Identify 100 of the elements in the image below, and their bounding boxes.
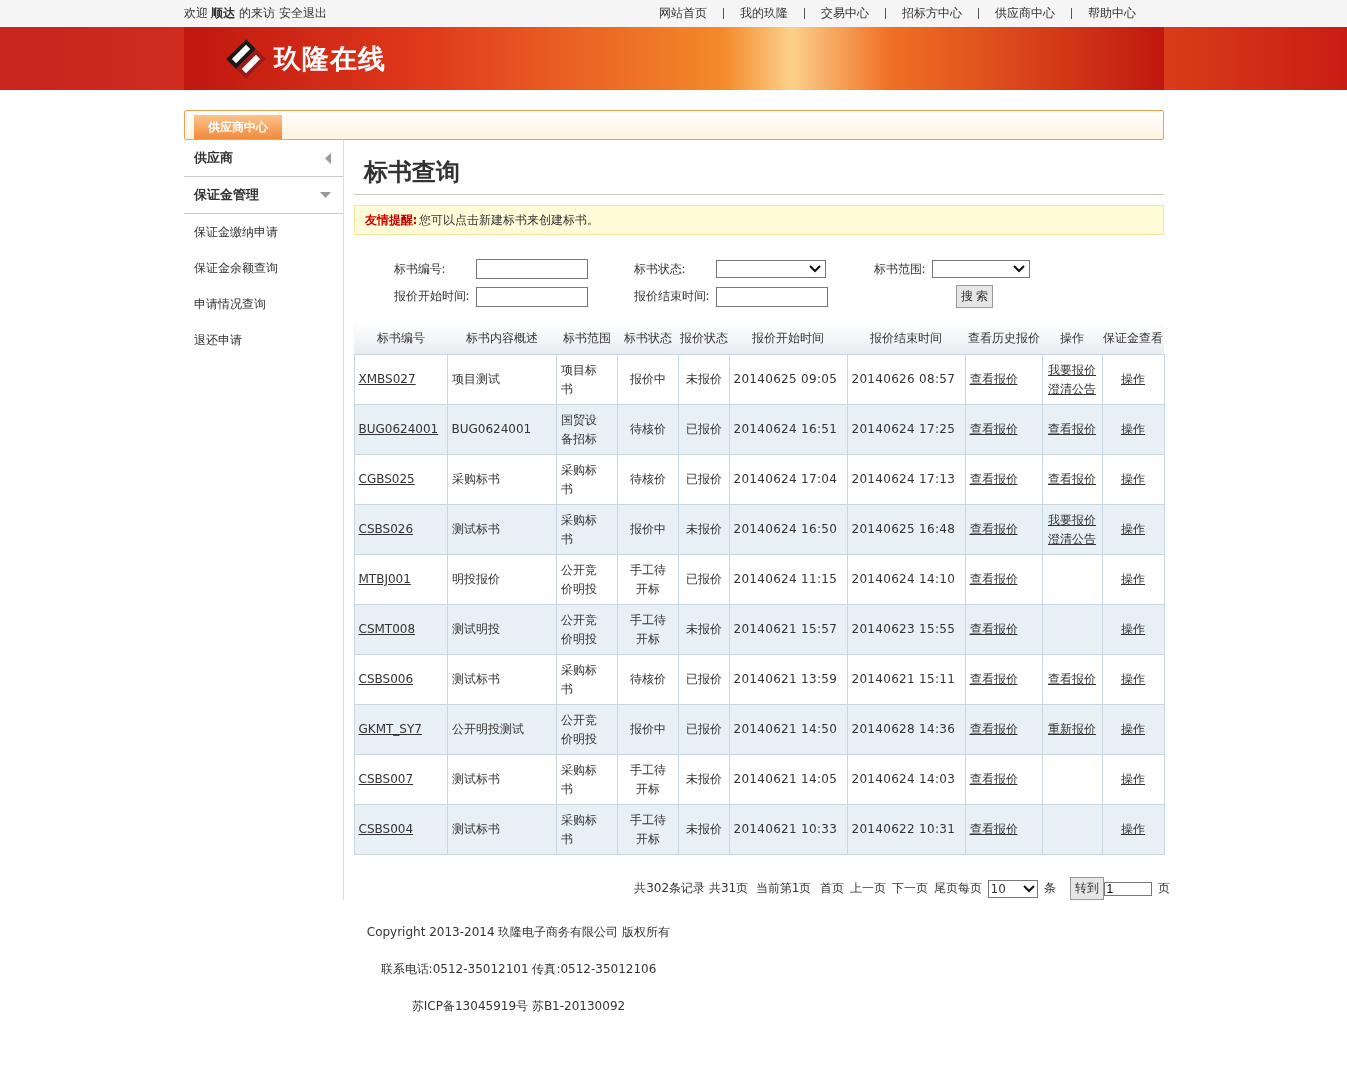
filter-label: 标书状态: (633, 260, 687, 278)
table-cell: 20140624 14:10 (851, 572, 956, 586)
filter-label: 标书范围: (873, 260, 927, 278)
sidebar-group[interactable]: 保证金管理 (183, 177, 343, 214)
bid-code-link[interactable]: CGBS025 (358, 472, 415, 486)
sidebar-item[interactable]: 保证金余额查询 (183, 250, 343, 286)
view-quote-link[interactable]: 查看报价 (969, 572, 1018, 586)
sidebar-group[interactable]: 供应商 (183, 140, 343, 177)
nav-link[interactable]: 网站首页 (642, 8, 723, 19)
page-input[interactable]: 1 (1103, 881, 1152, 896)
operate-link[interactable]: 操作 (1121, 572, 1145, 586)
operate-link[interactable]: 操作 (1121, 372, 1145, 386)
bid-code-link[interactable]: MTBJ001 (358, 572, 411, 586)
table-cell: 20140628 14:36 (851, 722, 956, 736)
table-cell-text: 待核价 (628, 671, 667, 688)
search-button[interactable]: 搜 索 (955, 285, 994, 308)
filter-input[interactable] (715, 286, 828, 307)
operate-link[interactable]: 操作 (1121, 472, 1145, 486)
table-cell: 已报价 (685, 422, 722, 436)
operate-link[interactable]: 操作 (1121, 722, 1145, 736)
operate-link[interactable]: 操作 (1121, 672, 1145, 686)
table-cell-text: 采购标书 (560, 661, 598, 698)
action-link[interactable]: 澄清公告 (1047, 379, 1097, 399)
nav-link[interactable]: 招标方中心 (884, 8, 978, 19)
nav-link[interactable]: 供应商中心 (977, 8, 1071, 19)
filter-select[interactable] (715, 260, 826, 278)
table-cell-text: 采购标书 (560, 811, 598, 848)
page-link[interactable]: 尾页 (933, 880, 958, 897)
per-page-unit: 条 (1043, 880, 1056, 897)
table-cell: 测试明投 (451, 622, 500, 636)
operate-link[interactable]: 操作 (1121, 822, 1145, 836)
nav-link[interactable]: 我的玖隆 (722, 8, 804, 19)
table-cell-text: 手工待开标 (628, 611, 667, 648)
bid-code-link[interactable]: CSMT008 (358, 622, 416, 636)
table-cell: 已报价 (685, 672, 722, 686)
view-quote-link[interactable]: 查看报价 (969, 622, 1018, 636)
view-quote-link[interactable]: 查看报价 (969, 522, 1018, 536)
table-cell: 20140624 17:13 (851, 472, 956, 486)
chevron-down-icon (808, 265, 821, 273)
page-summary: 共302条记录 共31页 当前第1页 (634, 880, 812, 897)
table-cell: BUG0624001 (451, 422, 532, 436)
logout-link[interactable]: 安全退出 (279, 5, 328, 22)
table-cell-text: 手工待开标 (628, 811, 667, 848)
table-cell: 20140624 17:04 (733, 472, 838, 486)
action-link[interactable]: 我要报价 (1047, 360, 1097, 380)
filter-label: 标书编号: (393, 260, 447, 278)
per-page-label: 每页 (957, 880, 982, 897)
page-link[interactable]: 下一页 (891, 880, 928, 897)
table-cell: 已报价 (685, 472, 722, 486)
page-link[interactable]: 首页 (819, 880, 844, 897)
bid-code-link[interactable]: CSBS006 (358, 672, 414, 686)
per-page-select[interactable]: 10 (987, 879, 1038, 898)
sidebar-item[interactable]: 申请情况查询 (183, 286, 343, 322)
view-quote-link[interactable]: 查看报价 (969, 722, 1018, 736)
nav-link[interactable]: 交易中心 (803, 8, 885, 19)
table-cell: 20140621 15:57 (733, 622, 838, 636)
filter-select[interactable] (931, 260, 1030, 278)
footer-text: 联系电话:0512-35012101 传真:0512-35012106 (380, 961, 657, 978)
action-link[interactable]: 我要报价 (1047, 510, 1097, 530)
operate-link[interactable]: 操作 (1121, 622, 1145, 636)
table-cell: 20140622 10:31 (851, 822, 956, 836)
table-cell: 未报价 (685, 772, 722, 786)
bid-code-link[interactable]: GKMT_SY7 (358, 722, 422, 736)
page-link[interactable]: 上一页 (849, 880, 886, 897)
footer-text: Copyright 2013-2014 玖隆电子商务有限公司 版权所有 (366, 924, 671, 941)
bid-code-link[interactable]: CSBS026 (358, 522, 414, 536)
operate-link[interactable]: 操作 (1121, 522, 1145, 536)
operate-link[interactable]: 操作 (1121, 422, 1145, 436)
go-button[interactable]: 转到 (1069, 877, 1104, 900)
table-cell-text: 报价中 (628, 371, 667, 388)
view-quote-link[interactable]: 查看报价 (969, 772, 1018, 786)
filter-input[interactable] (475, 259, 588, 279)
chevron-down-icon (1012, 265, 1025, 273)
table-cell-text: 待核价 (628, 471, 667, 488)
table-cell-text: 采购标书 (560, 511, 598, 548)
view-quote-link[interactable]: 查看报价 (969, 472, 1018, 486)
sidebar-item[interactable]: 保证金缴纳申请 (183, 214, 343, 250)
view-quote-link[interactable]: 查看报价 (969, 672, 1018, 686)
bid-code-link[interactable]: CSBS007 (358, 772, 414, 786)
sidebar-item[interactable]: 退还申请 (183, 322, 343, 358)
notice-text: 您可以点击新建标书来创建标书。 (419, 211, 600, 229)
table-cell-text: 手工待开标 (628, 761, 667, 798)
filter-label: 报价开始时间: (393, 288, 471, 305)
action-link[interactable]: 澄清公告 (1047, 529, 1097, 549)
table-cell: 未报价 (685, 622, 722, 636)
page-unit: 页 (1157, 880, 1170, 897)
table-cell: 20140621 10:33 (733, 822, 838, 836)
table-cell-text: 公开竞价明投 (560, 611, 598, 648)
bid-code-link[interactable]: XMBS027 (358, 372, 416, 386)
filter-input[interactable] (475, 286, 588, 307)
bid-code-link[interactable]: CSBS004 (358, 822, 414, 836)
caret-down-icon (319, 192, 331, 198)
view-quote-link[interactable]: 查看报价 (969, 422, 1018, 436)
view-quote-link[interactable]: 查看报价 (969, 822, 1018, 836)
operate-link[interactable]: 操作 (1121, 772, 1145, 786)
nav-link[interactable]: 帮助中心 (1070, 8, 1152, 19)
table-cell: 20140624 16:51 (733, 422, 838, 436)
table-cell: 采购标书 (451, 472, 500, 486)
table-cell-text: 手工待开标 (628, 561, 667, 598)
view-quote-link[interactable]: 查看报价 (969, 372, 1018, 386)
